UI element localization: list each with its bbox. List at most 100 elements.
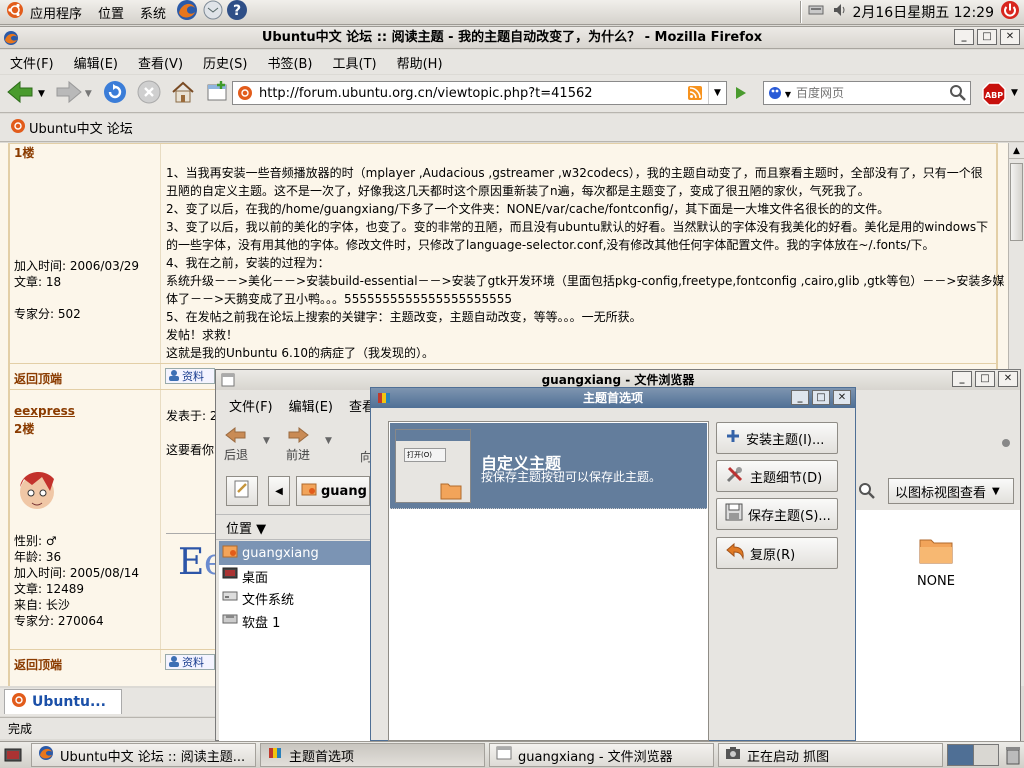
place-item-floppy[interactable]: 软盘 1 <box>219 609 370 633</box>
firefox-titlebar[interactable]: Ubuntu中文 论坛 :: 阅读主题 - 我的主题自动改变了，为什么？ - M… <box>0 27 1024 49</box>
volume-icon[interactable] <box>832 2 848 22</box>
menu-history[interactable]: 历史(S) <box>203 53 247 72</box>
stop-icon[interactable] <box>136 79 162 109</box>
search-box[interactable]: ▼ <box>763 81 971 105</box>
minimize-button[interactable]: _ <box>954 29 974 45</box>
post1-profile-button[interactable]: 资料 <box>165 368 215 384</box>
mail-launcher-icon[interactable] <box>202 0 224 25</box>
task-theme-preferences[interactable]: 主题首选项 <box>260 743 485 767</box>
user-profile-icon <box>168 369 180 384</box>
menu-edit[interactable]: 编辑(E) <box>74 53 118 72</box>
close-button[interactable]: ✕ <box>1000 29 1020 45</box>
fb-close-button[interactable]: ✕ <box>998 371 1018 387</box>
adblock-dropdown-icon[interactable]: ▼ <box>1011 88 1018 98</box>
install-theme-label: 安装主题(I)... <box>746 432 825 448</box>
url-bar[interactable]: http://forum.ubuntu.org.cn/viewtopic.php… <box>232 81 727 105</box>
ubuntu-logo-icon[interactable] <box>6 1 24 23</box>
tab-ubuntu-forum[interactable]: Ubuntu... <box>4 689 122 714</box>
theme-dialog-icon <box>376 390 392 412</box>
place-item-desktop[interactable]: 桌面 <box>219 565 370 587</box>
fb-minimize-button[interactable]: _ <box>952 371 972 387</box>
post2-location: 来自: 长沙 <box>14 598 70 612</box>
search-magnifier-icon[interactable] <box>949 84 967 106</box>
post2-back-to-top[interactable]: 返回顶端 <box>14 656 62 673</box>
post1-back-to-top[interactable]: 返回顶端 <box>14 370 62 387</box>
theme-thumbnail: 打开(O) <box>395 429 471 503</box>
svg-text:ABP: ABP <box>985 91 1003 100</box>
fb-back-dropdown-icon[interactable]: ▼ <box>263 436 270 446</box>
adblock-icon[interactable]: ABP <box>982 82 1006 110</box>
menu-bookmarks[interactable]: 书签(B) <box>267 53 312 72</box>
fb-location-toggle-button[interactable] <box>226 476 258 506</box>
menu-places[interactable]: 位置 <box>98 3 124 22</box>
menu-view[interactable]: 查看(V) <box>138 53 183 72</box>
fb-places-dropdown[interactable]: 位置 ▼ <box>226 518 266 537</box>
fb-menu-edit[interactable]: 编辑(E) <box>289 396 333 415</box>
workspace-1[interactable] <box>948 745 974 765</box>
fb-forward-dropdown-icon[interactable]: ▼ <box>325 436 332 446</box>
workspace-switcher[interactable] <box>947 744 999 766</box>
maximize-button[interactable]: □ <box>977 29 997 45</box>
search-input[interactable] <box>796 84 941 102</box>
bookmark-item[interactable]: Ubuntu中文 论坛 <box>29 118 133 137</box>
dlg-minimize-button[interactable]: _ <box>791 390 809 405</box>
install-theme-button[interactable]: 安装主题(I)... <box>716 422 838 454</box>
theme-dialog-titlebar[interactable]: 主题首选项 _ □ ✕ <box>371 388 855 408</box>
menu-help[interactable]: 帮助(H) <box>397 53 443 72</box>
workspace-2[interactable] <box>973 745 998 765</box>
post2-username[interactable]: eexpress <box>14 404 75 418</box>
theme-details-button[interactable]: 主题细节(D) <box>716 460 838 492</box>
theme-item-custom[interactable]: 打开(O) 自定义主题 按保存主题按钮可以保存此主题。 <box>390 423 707 509</box>
task-label: guangxiang - 文件浏览器 <box>518 749 673 765</box>
clock[interactable]: 2月16日星期五 12:29 <box>852 2 994 22</box>
menu-tools[interactable]: 工具(T) <box>333 53 377 72</box>
thumb-folder-icon <box>440 482 462 504</box>
fb-menu-file[interactable]: 文件(F) <box>229 396 273 415</box>
menu-file[interactable]: 文件(F) <box>10 53 54 72</box>
dlg-close-button[interactable]: ✕ <box>833 390 851 405</box>
menu-applications[interactable]: 应用程序 <box>30 3 82 22</box>
post2-posted-label: 发表于: 2 <box>166 409 218 423</box>
save-theme-button[interactable]: 保存主题(S)... <box>716 498 838 530</box>
dlg-maximize-button[interactable]: □ <box>812 390 830 405</box>
fb-forward-button[interactable]: 前进 <box>286 426 310 463</box>
place-item-filesystem[interactable]: 文件系统 <box>219 587 370 609</box>
forward-dropdown-icon[interactable]: ▼ <box>85 89 92 99</box>
network-icon[interactable] <box>808 3 826 21</box>
fb-crumb-left-button[interactable]: ◀ <box>268 476 290 506</box>
save-theme-label: 保存主题(S)... <box>748 508 831 524</box>
place-item-home[interactable]: guangxiang <box>219 541 370 565</box>
folder-item-none[interactable]: NONE <box>906 536 966 589</box>
show-desktop-icon[interactable] <box>4 746 22 768</box>
go-arrow-icon[interactable] <box>731 84 751 106</box>
url-dropdown-icon[interactable]: ▼ <box>708 82 726 104</box>
task-screenshot[interactable]: 正在启动 抓图 <box>718 743 943 767</box>
forward-arrow-icon[interactable] <box>53 79 83 109</box>
svg-text:?: ? <box>233 3 241 19</box>
zoom-icon[interactable] <box>858 482 876 504</box>
revert-button[interactable]: 复原(R) <box>716 537 838 569</box>
post2-gender: 性别: ♂ <box>14 534 57 548</box>
fb-crumb-home[interactable]: guang <box>296 476 370 506</box>
home-icon[interactable] <box>170 79 196 109</box>
firefox-launcher-icon[interactable] <box>176 0 198 25</box>
fb-maximize-button[interactable]: □ <box>975 371 995 387</box>
scroll-up-icon[interactable]: ▲ <box>1009 143 1024 159</box>
rss-feed-icon[interactable] <box>688 86 702 104</box>
view-mode-dropdown[interactable]: 以图标视图查看 ▼ <box>888 478 1014 504</box>
search-engine-icon[interactable]: ▼ <box>767 85 793 105</box>
help-launcher-icon[interactable]: ? <box>226 0 248 25</box>
new-tab-icon[interactable] <box>204 79 230 109</box>
fb-back-button[interactable]: 后退 <box>224 426 248 463</box>
back-arrow-icon[interactable] <box>6 79 36 109</box>
menu-system[interactable]: 系统 <box>140 3 166 22</box>
back-dropdown-icon[interactable]: ▼ <box>38 89 45 99</box>
task-file-browser[interactable]: guangxiang - 文件浏览器 <box>489 743 714 767</box>
scroll-thumb[interactable] <box>1010 163 1023 241</box>
reload-icon[interactable] <box>102 79 128 109</box>
task-firefox[interactable]: Ubuntu中文 论坛 :: 阅读主题... <box>31 743 256 767</box>
trash-icon[interactable] <box>1005 745 1021 768</box>
shutdown-icon[interactable] <box>1000 0 1020 24</box>
post2-profile-button[interactable]: 资料 <box>165 654 215 670</box>
thumb-open-button: 打开(O) <box>404 448 446 462</box>
